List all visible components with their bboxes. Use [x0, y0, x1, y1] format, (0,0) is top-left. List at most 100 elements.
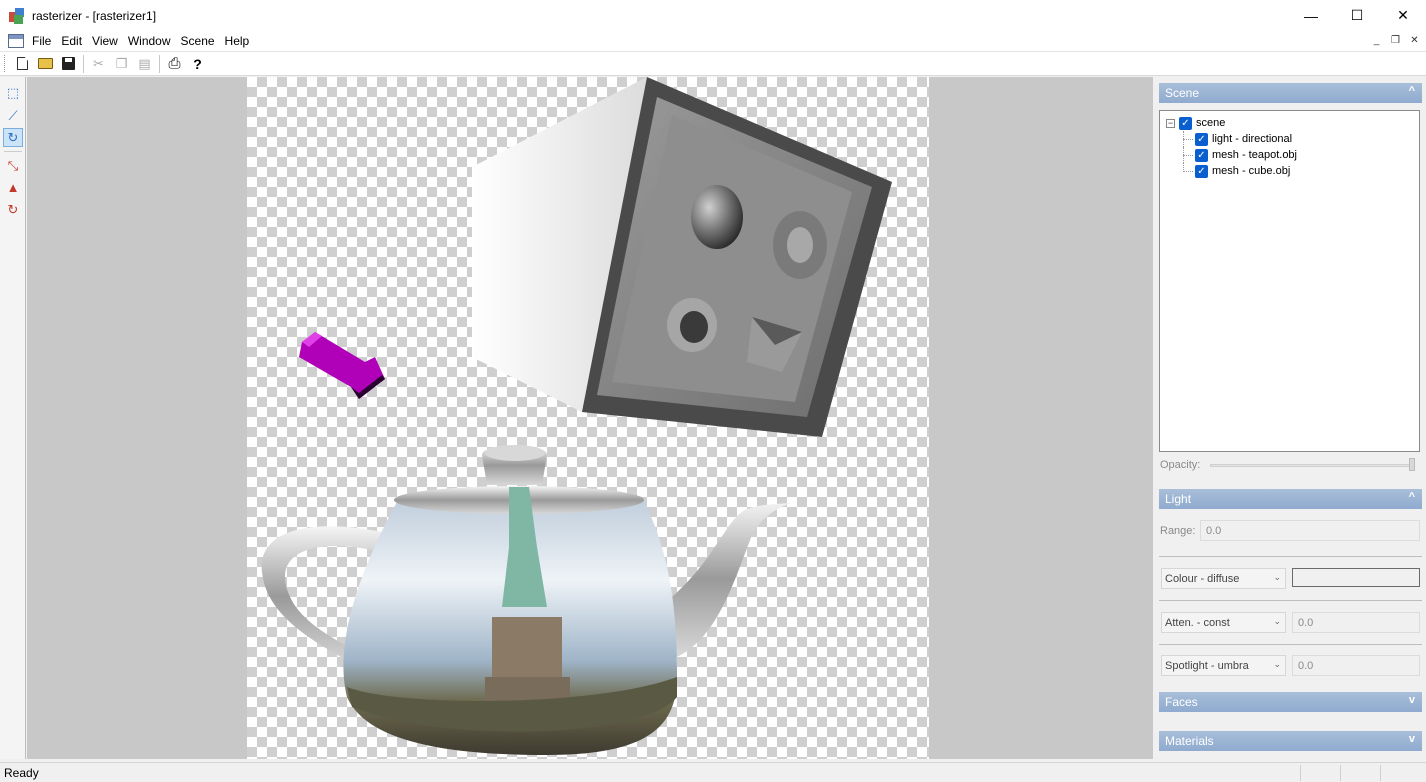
close-button[interactable]: ✕ — [1380, 0, 1426, 31]
cube-mesh — [472, 77, 892, 437]
cube-checkbox[interactable]: ✓ — [1195, 164, 1208, 178]
scene-tree[interactable]: − ✓ scene ✓ light - directional ✓ mesh -… — [1159, 110, 1420, 452]
light-orbit-tool[interactable]: ↻ — [3, 200, 23, 219]
teapot-checkbox[interactable]: ✓ — [1195, 148, 1208, 162]
tree-node-cube[interactable]: ✓ mesh - cube.obj — [1166, 163, 1419, 179]
select-tool[interactable]: ⬚ — [3, 83, 23, 102]
menu-file[interactable]: File — [31, 34, 52, 48]
rendered-scene — [261, 77, 892, 755]
toolbar-grip[interactable] — [4, 55, 7, 72]
new-button[interactable] — [11, 53, 34, 75]
tool-strip: ⬚ ⟋ ↻ ⤡ ▲ ↻ — [0, 77, 26, 759]
scissors-icon: ✂ — [93, 55, 104, 71]
materials-section-header[interactable]: Materials v — [1159, 731, 1422, 751]
scene-header-label: Scene — [1165, 86, 1200, 100]
cut-button[interactable]: ✂ — [87, 53, 110, 75]
opacity-slider-thumb[interactable] — [1409, 458, 1415, 471]
mdi-minimize-button[interactable]: _ — [1369, 33, 1384, 48]
attenuation-combo[interactable]: Atten. - const ⌄ — [1161, 612, 1286, 633]
mdi-restore-button[interactable]: ❐ — [1388, 33, 1403, 48]
collapse-chevron-icon[interactable]: ^ — [1409, 85, 1415, 97]
app-icon — [9, 7, 25, 24]
light-section-header[interactable]: Light ^ — [1159, 489, 1422, 509]
divider — [1159, 644, 1422, 645]
chevron-down-icon: ⌄ — [1273, 616, 1281, 626]
tree-expander-icon[interactable]: − — [1166, 118, 1175, 128]
maximize-button[interactable]: ☐ — [1334, 0, 1380, 31]
range-field[interactable]: 0.0 — [1200, 520, 1420, 541]
paste-button[interactable]: ▤ — [133, 53, 156, 75]
expand-chevron-icon[interactable]: v — [1409, 733, 1415, 745]
light-arrow — [299, 332, 385, 399]
help-pointer-icon: ? — [193, 55, 202, 72]
save-button[interactable] — [57, 53, 80, 75]
status-bar: Ready — [0, 762, 1426, 782]
divider — [1159, 556, 1422, 557]
menu-scene[interactable]: Scene — [180, 34, 216, 48]
document-icon[interactable] — [8, 34, 24, 48]
menu-help[interactable]: Help — [224, 34, 251, 48]
faces-section-header[interactable]: Faces v — [1159, 692, 1422, 712]
menu-view[interactable]: View — [91, 34, 119, 48]
collapse-chevron-icon[interactable]: ^ — [1409, 491, 1415, 503]
status-pane — [1300, 765, 1301, 781]
print-button[interactable]: ⎙ — [163, 53, 186, 75]
chevron-down-icon: ⌄ — [1273, 572, 1281, 582]
light-cone-tool[interactable]: ▲ — [3, 178, 23, 197]
status-text: Ready — [4, 765, 39, 780]
range-label: Range: — [1160, 525, 1196, 537]
scene-checkbox[interactable]: ✓ — [1179, 116, 1192, 130]
menu-edit[interactable]: Edit — [60, 34, 83, 48]
light-header-label: Light — [1165, 492, 1192, 506]
minimize-button[interactable]: — — [1288, 0, 1334, 31]
tool-separator — [4, 151, 22, 152]
open-button[interactable] — [34, 53, 57, 75]
toolbar-separator — [83, 54, 84, 73]
status-pane — [1380, 765, 1381, 781]
window-title: rasterizer - [rasterizer1] — [32, 8, 157, 23]
move-icon: ⤡ — [7, 157, 19, 173]
attenuation-combo-value: Atten. - const — [1165, 616, 1230, 629]
properties-panel: Scene ^ − ✓ scene ✓ light - directional … — [1152, 77, 1426, 759]
divider — [1159, 600, 1422, 601]
render-viewport[interactable] — [27, 77, 1152, 759]
menu-window[interactable]: Window — [127, 34, 172, 48]
orbit-tool[interactable]: ↻ — [3, 128, 23, 147]
scene-section-header[interactable]: Scene ^ — [1159, 83, 1422, 103]
tree-node-teapot[interactable]: ✓ mesh - teapot.obj — [1166, 147, 1419, 163]
toolbar: ✂ ❐ ▤ ⎙ ? — [0, 51, 1426, 76]
colour-swatch[interactable] — [1292, 568, 1420, 587]
orbit-icon: ↻ — [7, 129, 19, 145]
select-icon: ⬚ — [6, 84, 20, 100]
chevron-down-icon: ⌄ — [1273, 659, 1281, 669]
help-button[interactable]: ? — [186, 53, 209, 75]
spotlight-combo[interactable]: Spotlight - umbra ⌄ — [1161, 655, 1286, 676]
folder-open-icon — [38, 58, 53, 69]
tree-label-cube: mesh - cube.obj — [1212, 165, 1291, 177]
render-canvas[interactable] — [247, 77, 929, 759]
expand-chevron-icon[interactable]: v — [1409, 694, 1415, 706]
teapot-mesh — [261, 445, 797, 755]
copy-button[interactable]: ❐ — [110, 53, 133, 75]
toolbar-separator — [159, 54, 160, 73]
light-cone-icon: ▲ — [6, 180, 20, 195]
move-light-tool[interactable]: ⤡ — [3, 156, 23, 175]
mdi-close-button[interactable]: ✕ — [1407, 33, 1422, 48]
colour-combo[interactable]: Colour - diffuse ⌄ — [1161, 568, 1286, 589]
spotlight-field[interactable]: 0.0 — [1292, 655, 1420, 676]
attenuation-field[interactable]: 0.0 — [1292, 612, 1420, 633]
colour-combo-value: Colour - diffuse — [1165, 572, 1240, 585]
perspective-icon: ⟋ — [8, 107, 18, 123]
opacity-slider[interactable] — [1210, 464, 1414, 467]
tree-label-scene: scene — [1196, 117, 1226, 129]
printer-icon: ⎙ — [168, 55, 181, 72]
light-checkbox[interactable]: ✓ — [1195, 132, 1208, 146]
tree-node-light[interactable]: ✓ light - directional — [1166, 131, 1419, 147]
tree-label-teapot: mesh - teapot.obj — [1212, 149, 1297, 161]
save-icon — [62, 57, 75, 70]
paste-icon: ▤ — [138, 55, 151, 71]
spotlight-combo-value: Spotlight - umbra — [1165, 659, 1249, 672]
perspective-tool[interactable]: ⟋ — [3, 106, 23, 125]
tree-label-light: light - directional — [1212, 133, 1293, 145]
tree-node-scene[interactable]: − ✓ scene — [1166, 115, 1419, 131]
